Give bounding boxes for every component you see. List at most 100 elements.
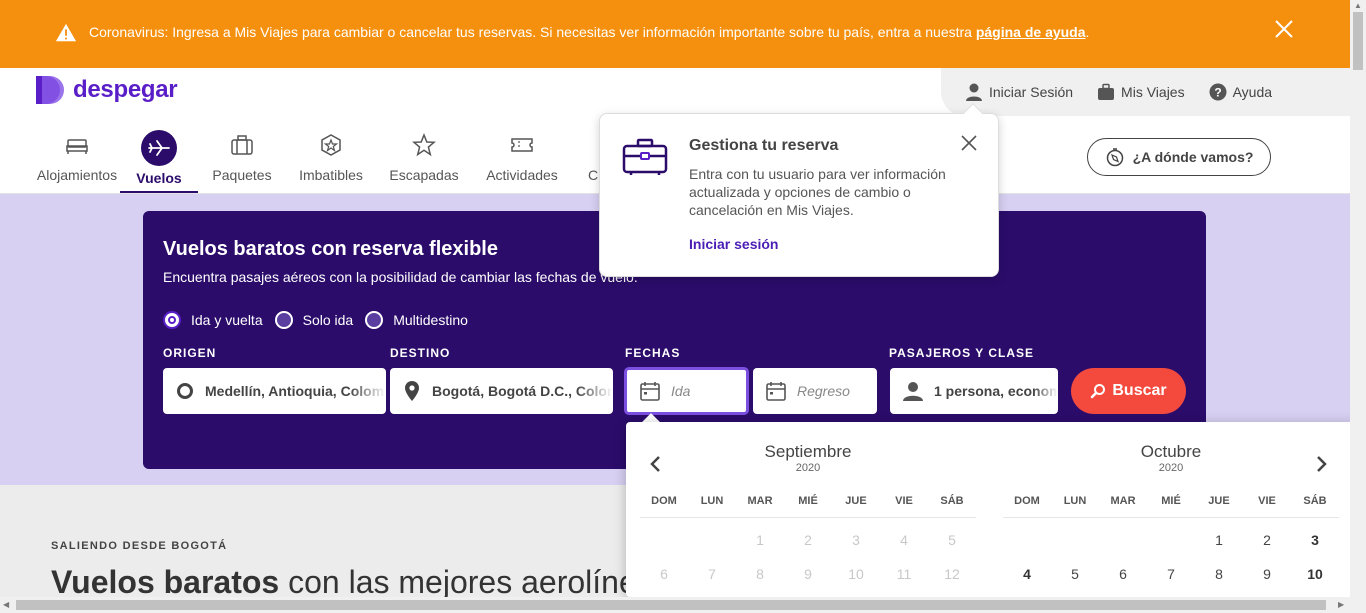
- nav-item-getaways[interactable]: Escapadas: [384, 126, 464, 194]
- weekday: VIE: [1258, 495, 1276, 507]
- origin-field[interactable]: Medellín, Antioquia, Colombia: [163, 368, 386, 414]
- login-label: Iniciar Sesión: [989, 84, 1074, 100]
- popover-title: Gestiona tu reserva: [689, 137, 839, 154]
- calendar-day[interactable]: 1: [1195, 532, 1243, 548]
- weekday: JUE: [1208, 495, 1230, 507]
- compass-icon: [1106, 148, 1123, 167]
- trip-type-multi[interactable]: Multidestino: [365, 311, 468, 329]
- section-eyebrow: SALIENDO DESDE BOGOTÁ: [51, 540, 228, 552]
- logo-mark-icon: [36, 76, 64, 104]
- vertical-scrollbar[interactable]: ▲: [1350, 0, 1366, 613]
- user-icon: [903, 382, 923, 401]
- calendar-day: 6: [660, 566, 668, 582]
- departure-placeholder: Ida: [671, 383, 691, 399]
- search-icon: [1091, 384, 1106, 399]
- help-page-link[interactable]: página de ayuda: [976, 24, 1086, 40]
- radio-unselected: [274, 311, 293, 329]
- close-icon[interactable]: [961, 135, 977, 151]
- calendar-day: 1: [756, 532, 764, 548]
- popover-login-link[interactable]: Iniciar sesión: [689, 236, 778, 252]
- month-name: Septiembre: [764, 442, 852, 461]
- help-label: Ayuda: [1232, 84, 1273, 100]
- trip-type-round[interactable]: Ida y vuelta: [163, 311, 263, 329]
- month-name: Octubre: [1140, 442, 1202, 461]
- destination-label: DESTINO: [390, 346, 451, 360]
- trip-type-oneway[interactable]: Solo ida: [274, 311, 353, 329]
- calendar-day: 11: [896, 566, 912, 582]
- return-date-field[interactable]: Regreso: [753, 368, 877, 414]
- weekday: DOM: [1014, 495, 1040, 507]
- weekday: JUE: [845, 495, 867, 507]
- close-icon[interactable]: [1274, 19, 1294, 39]
- calendar-day: 12: [944, 566, 960, 582]
- calendar-week: 1 2 3: [1003, 532, 1339, 548]
- weekday-header: DOM LUN MAR MIÉ JUE VIE SÁB: [640, 495, 976, 507]
- scroll-right-icon[interactable]: ▶: [1338, 600, 1344, 609]
- covid-banner: Coronavirus: Ingresa a Mis Viajes para c…: [0, 0, 1350, 68]
- horizontal-scrollbar[interactable]: ◀ ▶: [0, 597, 1350, 613]
- departure-date-field[interactable]: Ida: [625, 368, 748, 414]
- my-trips-link[interactable]: Mis Viajes: [1097, 83, 1185, 101]
- calendar-day[interactable]: 7: [1147, 566, 1195, 582]
- radio-selected: [163, 311, 181, 329]
- nav-item-flights[interactable]: Vuelos: [120, 126, 198, 194]
- brand-logo[interactable]: despegar: [34, 74, 178, 106]
- suitcase-icon: [231, 135, 253, 155]
- search-title: Vuelos baratos con reserva flexible: [163, 238, 498, 260]
- weekday: MIÉ: [1161, 495, 1181, 507]
- passengers-field[interactable]: 1 persona, economy: [890, 368, 1058, 414]
- nav-item-unbeatables[interactable]: Imbatibles: [290, 126, 372, 194]
- login-link[interactable]: Iniciar Sesión: [965, 82, 1073, 102]
- calendar-day[interactable]: 6: [1099, 566, 1147, 582]
- section-title-bold: Vuelos baratos: [51, 564, 280, 600]
- nav-active-circle: [141, 130, 177, 166]
- help-icon: ?: [1209, 83, 1227, 101]
- nav-item-more[interactable]: C: [586, 126, 600, 194]
- scrollbar-thumb[interactable]: [1353, 12, 1363, 70]
- calendar-icon: [766, 382, 786, 401]
- calendar-day: 7: [708, 566, 716, 582]
- brand-name: despegar: [73, 76, 178, 103]
- calendar-day[interactable]: 9: [1243, 566, 1291, 582]
- search-button[interactable]: Buscar: [1071, 368, 1186, 414]
- suitcase-icon: [622, 138, 668, 175]
- scroll-up-icon[interactable]: ▲: [1354, 1, 1362, 10]
- return-placeholder: Regreso: [797, 383, 850, 399]
- calendar-day[interactable]: 8: [1195, 566, 1243, 582]
- calendar-week: 4 5 6 7 8 9 10: [1003, 566, 1339, 582]
- section-title: Vuelos baratos con las mejores aerolínea…: [51, 564, 671, 601]
- origin-circle-icon: [177, 383, 193, 399]
- calendar-day: 8: [756, 566, 764, 582]
- nav-item-accommodations[interactable]: Alojamientos: [34, 126, 120, 194]
- calendar-day[interactable]: 4: [1003, 566, 1051, 582]
- nav-label: C: [587, 167, 599, 183]
- where-to-go-label: ¿A dónde vamos?: [1132, 149, 1254, 165]
- calendar-day[interactable]: 2: [1243, 532, 1291, 548]
- nav-item-packages[interactable]: Paquetes: [204, 126, 280, 194]
- nav-label: Escapadas: [389, 167, 459, 183]
- origin-label: ORIGEN: [163, 346, 217, 360]
- calendar-day[interactable]: 10: [1291, 566, 1339, 582]
- calendar-day[interactable]: 5: [1051, 566, 1099, 582]
- where-to-go-button[interactable]: ¿A dónde vamos?: [1087, 138, 1271, 176]
- nav-label: Imbatibles: [299, 167, 363, 183]
- search-subtitle: Encuentra pasajes aéreos con la posibili…: [163, 269, 638, 285]
- nav-label: Actividades: [486, 167, 558, 183]
- warning-icon: [55, 23, 77, 42]
- calendar-icon: [640, 382, 660, 401]
- nav-item-activities[interactable]: Actividades: [480, 126, 564, 194]
- scroll-left-icon[interactable]: ◀: [3, 600, 9, 609]
- weekday: LUN: [700, 495, 724, 507]
- passengers-value: 1 persona, economy: [934, 383, 1058, 399]
- calendar-day: [1099, 532, 1147, 548]
- section-title-rest: con las mejores aerolíneas: [279, 564, 671, 600]
- star-icon: [412, 132, 436, 157]
- dates-label: FECHAS: [625, 346, 681, 360]
- help-link[interactable]: ? Ayuda: [1209, 83, 1272, 101]
- calendar-day: [1003, 532, 1051, 548]
- origin-value: Medellín, Antioquia, Colombia: [205, 383, 386, 399]
- weekday: MIÉ: [798, 495, 818, 507]
- calendar-day[interactable]: 3: [1291, 532, 1339, 548]
- scrollbar-thumb[interactable]: [16, 600, 1326, 610]
- destination-field[interactable]: Bogotá, Bogotá D.C., Colombia: [390, 368, 613, 414]
